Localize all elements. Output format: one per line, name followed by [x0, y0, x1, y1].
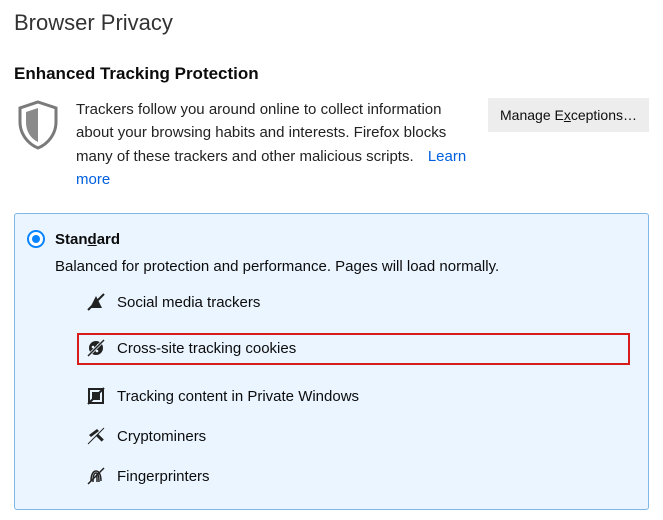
- manage-exceptions-button[interactable]: Manage Exceptions…: [488, 98, 649, 132]
- page-title: Browser Privacy: [14, 10, 649, 36]
- etp-heading: Enhanced Tracking Protection: [14, 64, 649, 84]
- standard-panel-header[interactable]: Standard: [27, 230, 630, 248]
- standard-radio[interactable]: [27, 230, 45, 248]
- standard-description: Balanced for protection and performance.…: [55, 258, 630, 275]
- shield-icon: [14, 98, 62, 152]
- protection-label: Tracking content in Private Windows: [117, 388, 359, 405]
- cookie-icon: [87, 339, 105, 357]
- protection-item-cryptominers: Cryptominers: [87, 427, 630, 445]
- protection-item-fingerprinters: Fingerprinters: [87, 467, 630, 485]
- social-icon: [87, 293, 105, 311]
- protection-label: Social media trackers: [117, 294, 260, 311]
- protection-item-cookies: Cross-site tracking cookies: [77, 333, 630, 365]
- protection-item-social: Social media trackers: [87, 293, 630, 311]
- tracking-content-icon: [87, 387, 105, 405]
- protection-list: Social media trackers Cross-site trackin…: [87, 293, 630, 485]
- fingerprinter-icon: [87, 467, 105, 485]
- standard-panel: Standard Balanced for protection and per…: [14, 213, 649, 510]
- protection-item-tracking-content: Tracking content in Private Windows: [87, 387, 630, 405]
- protection-label: Cryptominers: [117, 428, 206, 445]
- protection-label: Cross-site tracking cookies: [117, 340, 296, 357]
- etp-intro-text: Trackers follow you around online to col…: [76, 98, 474, 191]
- protection-label: Fingerprinters: [117, 468, 210, 485]
- etp-intro-row: Trackers follow you around online to col…: [14, 98, 649, 191]
- etp-description: Trackers follow you around online to col…: [76, 101, 446, 165]
- cryptominer-icon: [87, 427, 105, 445]
- standard-title: Standard: [55, 231, 120, 248]
